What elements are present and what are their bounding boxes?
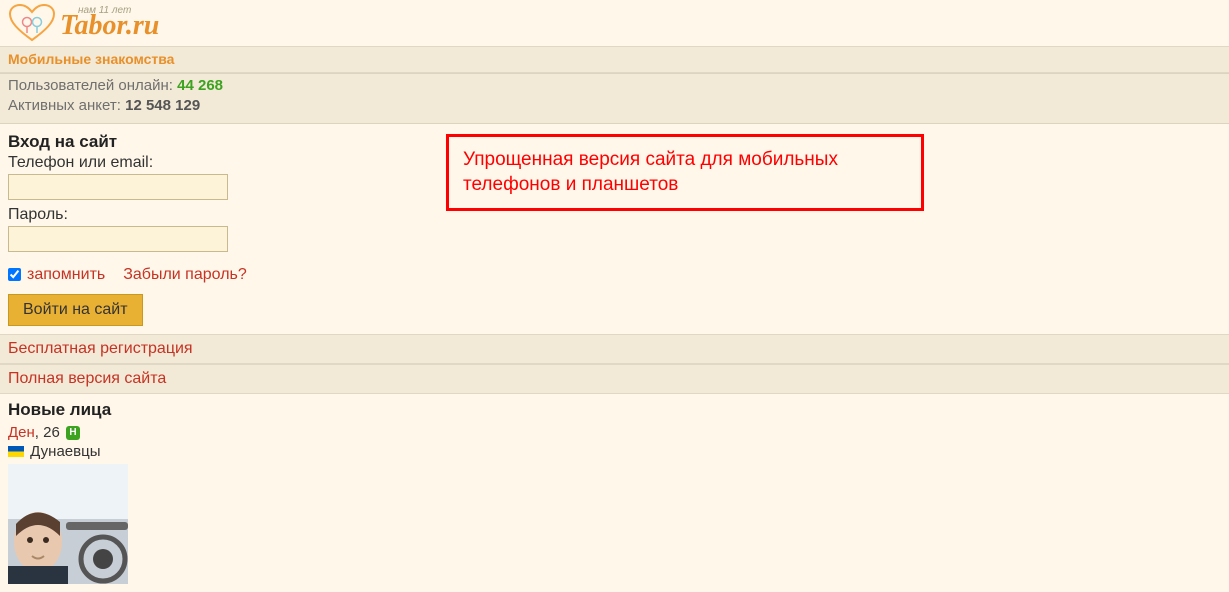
mobile-title-bar: Мобильные знакомства bbox=[0, 46, 1229, 73]
profiles-count: 12 548 129 bbox=[125, 97, 200, 114]
register-link[interactable]: Бесплатная регистрация bbox=[8, 340, 193, 357]
profile-avatar[interactable] bbox=[8, 464, 128, 584]
profile-location-line: Дунаевцы bbox=[8, 443, 1221, 460]
login-button[interactable]: Войти на сайт bbox=[8, 294, 143, 326]
flag-ukraine-icon bbox=[8, 446, 24, 457]
online-badge-icon: Н bbox=[66, 426, 80, 440]
mobile-title: Мобильные знакомства bbox=[8, 51, 174, 67]
remember-checkbox[interactable] bbox=[8, 268, 21, 281]
forgot-password-link[interactable]: Забыли пароль? bbox=[123, 266, 247, 284]
password-input[interactable] bbox=[8, 226, 228, 252]
login-section: Вход на сайт Телефон или email: Пароль: … bbox=[0, 124, 1229, 334]
profile-age: , 26 bbox=[35, 424, 60, 441]
online-label: Пользователей онлайн: bbox=[8, 77, 173, 94]
profiles-label: Активных анкет: bbox=[8, 97, 121, 114]
profile-name-line: Ден, 26 Н bbox=[8, 424, 1221, 441]
full-version-link[interactable]: Полная версия сайта bbox=[8, 370, 166, 387]
new-faces-section: Новые лица Ден, 26 Н Дунаевцы bbox=[0, 394, 1229, 592]
mobile-version-callout: Упрощенная версия сайта для мобильных те… bbox=[446, 134, 924, 211]
remember-label[interactable]: запомнить bbox=[27, 266, 105, 284]
profile-city: Дунаевцы bbox=[30, 443, 100, 460]
register-bar: Бесплатная регистрация bbox=[0, 334, 1229, 364]
site-header: нам 11 лет Tabor.ru bbox=[0, 0, 1229, 46]
profile-name-link[interactable]: Ден bbox=[8, 424, 35, 441]
full-version-bar: Полная версия сайта bbox=[0, 364, 1229, 394]
site-name[interactable]: Tabor.ru bbox=[60, 10, 159, 42]
logo-heart-icon bbox=[8, 4, 56, 42]
remember-row: запомнить Забыли пароль? bbox=[8, 266, 1221, 284]
online-count: 44 268 bbox=[177, 77, 223, 94]
logo-text-block: нам 11 лет Tabor.ru bbox=[60, 5, 159, 42]
new-faces-title: Новые лица bbox=[8, 400, 1221, 420]
stats-block: Пользователей онлайн: 44 268 Активных ан… bbox=[0, 73, 1229, 124]
login-input[interactable] bbox=[8, 174, 228, 200]
